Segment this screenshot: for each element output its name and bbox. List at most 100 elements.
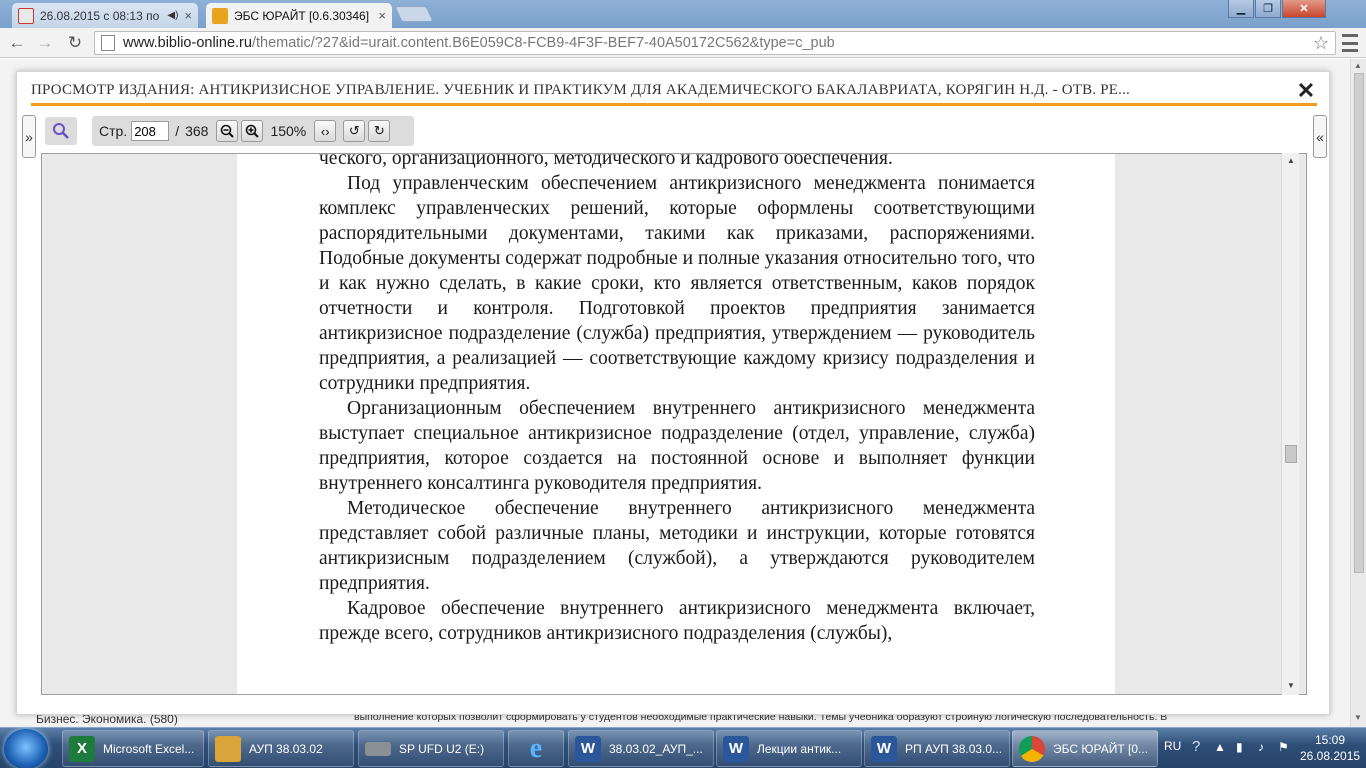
forward-arrow-icon[interactable]: → <box>34 32 56 54</box>
search-icon <box>53 123 69 139</box>
internet-explorer-icon: e <box>529 732 543 764</box>
new-tab-button[interactable] <box>394 6 434 22</box>
help-icon[interactable]: ? <box>1192 738 1206 755</box>
network-icon[interactable]: ▮ <box>1236 740 1250 754</box>
language-indicator[interactable]: RU <box>1164 739 1181 753</box>
rotate-left-icon: ↺ <box>348 123 360 138</box>
clock-time: 15:09 <box>1314 733 1346 747</box>
taskbar: X Microsoft Excel... АУП 38.03.02 SP UFD… <box>0 727 1366 768</box>
word-icon: W <box>575 735 601 762</box>
paragraph: Методическое обеспечение внутреннего ант… <box>319 498 1035 594</box>
tab-close-icon[interactable]: × <box>184 8 192 23</box>
taskbar-item-usb-drive[interactable]: SP UFD U2 (E:) <box>358 730 504 767</box>
word-icon: W <box>871 735 897 762</box>
scroll-down-icon[interactable]: ▼ <box>1354 713 1362 722</box>
chrome-icon <box>1019 735 1045 762</box>
document-page: ческого, организационного, методического… <box>237 153 1115 694</box>
clock-date: 26.08.2015 <box>1300 749 1361 763</box>
publication-viewer: ПРОСМОТР ИЗДАНИЯ: АНТИКРИЗИСНОЕ УПРАВЛЕН… <box>16 71 1330 715</box>
page-total: 368 <box>185 123 209 139</box>
url-domain: www.biblio-online.ru <box>123 35 252 51</box>
tray-expand-icon[interactable]: ▲ <box>1214 740 1228 754</box>
scroll-up-icon[interactable]: ▲ <box>1287 156 1295 165</box>
document-scrollbar-thumb[interactable] <box>1285 445 1297 463</box>
folder-icon <box>215 735 241 762</box>
word-icon: W <box>723 735 749 762</box>
document-scrollbar[interactable]: ▲ ▼ <box>1281 153 1299 695</box>
page-scrollbar[interactable]: ▲ ▼ <box>1350 59 1366 727</box>
bookmark-star-icon[interactable]: ☆ <box>1313 33 1329 54</box>
zoom-out-button[interactable] <box>216 120 239 142</box>
expand-left-panel-button[interactable]: » <box>22 115 36 158</box>
paragraph: Кадровое обеспечение внутреннего антикри… <box>319 598 1035 644</box>
flag-icon[interactable]: ⚑ <box>1278 740 1292 754</box>
page-number-input[interactable] <box>131 121 170 141</box>
viewer-header: ПРОСМОТР ИЗДАНИЯ: АНТИКРИЗИСНОЕ УПРАВЛЕН… <box>31 78 1317 106</box>
scroll-down-icon[interactable]: ▼ <box>1287 681 1295 690</box>
tab-urait[interactable]: ЭБС ЮРАЙТ [0.6.30346] × <box>206 3 392 28</box>
excel-icon: X <box>69 735 95 762</box>
minimize-button[interactable]: ▁ <box>1228 0 1254 18</box>
taskbar-item-word-2[interactable]: W Лекции антик... <box>716 730 862 767</box>
taskbar-item-internet-explorer[interactable]: e <box>508 730 564 767</box>
close-window-button[interactable]: ✕ <box>1282 0 1326 18</box>
browser-menu-icon[interactable] <box>1342 34 1358 52</box>
taskbar-item-label: SP UFD U2 (E:) <box>399 741 485 756</box>
search-button[interactable] <box>45 117 77 145</box>
scroll-up-icon[interactable]: ▲ <box>1354 61 1362 70</box>
url-text[interactable]: www.biblio-online.ru/thematic/?27&id=ura… <box>123 35 1335 51</box>
speaker-icon[interactable]: ♪ <box>1258 740 1272 754</box>
taskbar-item-word-1[interactable]: W 38.03.02_АУП_... <box>568 730 714 767</box>
taskbar-item-label: РП АУП 38.03.0... <box>905 741 1003 756</box>
start-button[interactable] <box>4 729 48 768</box>
page-separator: / <box>175 123 180 139</box>
close-icon[interactable]: ✕ <box>1295 78 1317 103</box>
urait-favicon-icon <box>212 7 228 24</box>
browser-toolbar: ← → ↻ www.biblio-online.ru/thematic/?27&… <box>0 28 1366 58</box>
maximize-button[interactable]: ❐ <box>1255 0 1281 18</box>
tab-title: 26.08.2015 с 08:13 по ( <box>40 8 164 23</box>
viewer-title: ПРОСМОТР ИЗДАНИЯ: АНТИКРИЗИСНОЕ УПРАВЛЕН… <box>31 82 1130 98</box>
rotate-right-button[interactable]: ↻ <box>368 120 391 142</box>
document-area[interactable]: ческого, организационного, методического… <box>41 153 1307 695</box>
mail-favicon-icon <box>18 7 34 24</box>
taskbar-item-label: Microsoft Excel... <box>103 741 195 756</box>
fit-width-icon: ‹› <box>320 123 330 139</box>
taskbar-item-chrome[interactable]: ЭБС ЮРАЙТ [0... <box>1012 730 1158 767</box>
paragraph: Организационным обеспечением внутреннего… <box>319 398 1035 494</box>
taskbar-item-word-3[interactable]: W РП АУП 38.03.0... <box>864 730 1010 767</box>
clock[interactable]: 15:09 26.08.2015 <box>1300 732 1360 764</box>
fit-width-button[interactable]: ‹› <box>314 120 337 142</box>
url-path: /thematic/?27&id=urait.content.B6E059C8-… <box>251 35 835 51</box>
taskbar-item-label: ЭБС ЮРАЙТ [0... <box>1053 741 1148 756</box>
rotate-right-icon: ↻ <box>373 123 385 138</box>
page-scrollbar-thumb[interactable] <box>1354 73 1364 573</box>
rotate-left-button[interactable]: ↺ <box>343 120 366 142</box>
screen: 26.08.2015 с 08:13 по ( ◀) × ЭБС ЮРАЙТ [… <box>0 0 1366 768</box>
zoom-level: 150% <box>270 123 307 139</box>
taskbar-item-excel[interactable]: X Microsoft Excel... <box>62 730 204 767</box>
browser-titlebar: 26.08.2015 с 08:13 по ( ◀) × ЭБС ЮРАЙТ [… <box>0 0 1366 28</box>
tab-close-icon[interactable]: × <box>378 8 386 23</box>
back-arrow-icon[interactable]: ← <box>6 32 28 54</box>
page-icon <box>101 35 115 51</box>
system-tray: RU ? ▲ ▮ ♪ ⚑ 15:09 26.08.2015 <box>1160 728 1366 768</box>
expand-right-panel-button[interactable]: « <box>1313 115 1327 158</box>
zoom-in-button[interactable] <box>241 120 264 142</box>
paragraph: ческого, организационного, методического… <box>319 153 893 169</box>
address-bar[interactable]: www.biblio-online.ru/thematic/?27&id=ura… <box>94 31 1336 55</box>
speaker-icon: ◀) <box>167 10 179 21</box>
document-text: ческого, организационного, методического… <box>319 153 1035 646</box>
zoom-in-icon <box>246 124 260 138</box>
reload-icon[interactable]: ↻ <box>64 32 86 54</box>
taskbar-item-label: 38.03.02_АУП_... <box>609 741 703 756</box>
zoom-out-icon <box>221 124 235 138</box>
viewer-toolbar: Стр. / 368 150% ‹› ↺ ↻ <box>92 116 414 146</box>
paragraph: Под управленческим обеспечением антикриз… <box>319 173 1035 394</box>
taskbar-item-label: Лекции антик... <box>757 741 842 756</box>
page-label: Стр. <box>99 123 128 139</box>
taskbar-item-folder[interactable]: АУП 38.03.02 <box>208 730 354 767</box>
taskbar-item-label: АУП 38.03.02 <box>249 741 323 756</box>
tab-mail[interactable]: 26.08.2015 с 08:13 по ( ◀) × <box>12 3 198 28</box>
tab-title: ЭБС ЮРАЙТ [0.6.30346] <box>234 8 370 23</box>
